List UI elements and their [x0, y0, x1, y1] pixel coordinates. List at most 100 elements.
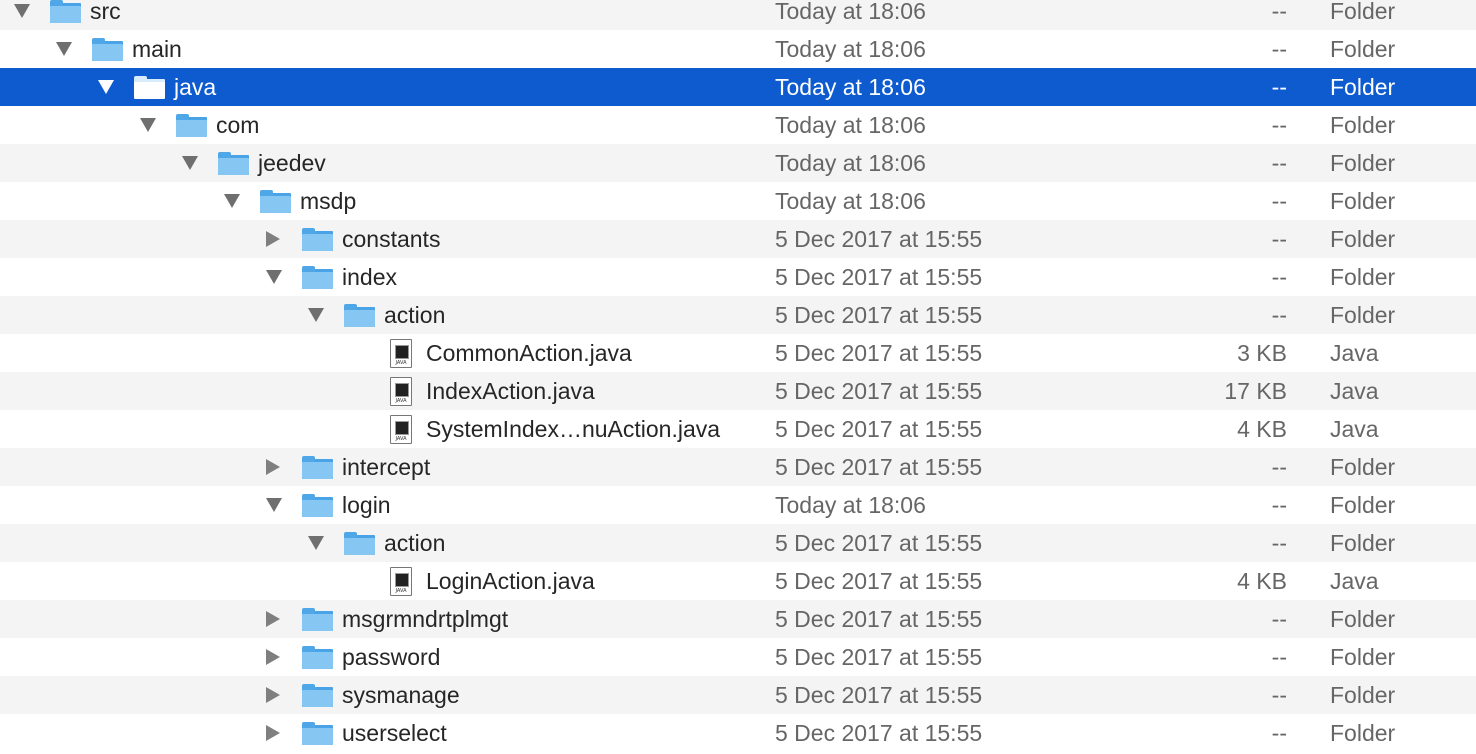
- item-name: jeedev: [258, 150, 326, 176]
- list-row[interactable]: main Today at 18:06 -- Folder: [0, 30, 1476, 68]
- item-kind: Java: [1330, 416, 1379, 442]
- item-name: main: [132, 36, 182, 62]
- date-modified: 5 Dec 2017 at 15:55: [775, 720, 983, 746]
- list-row[interactable]: JAVA CommonAction.java 5 Dec 2017 at 15:55…: [0, 334, 1476, 372]
- item-size: 4 KB: [1237, 568, 1287, 594]
- list-row[interactable]: JAVA SystemIndex…nuAction.java 5 Dec 2017 …: [0, 410, 1476, 448]
- list-row[interactable]: JAVA IndexAction.java 5 Dec 2017 at 15:55 1…: [0, 372, 1476, 410]
- item-kind: Folder: [1330, 682, 1396, 708]
- disclosure-triangle-icon[interactable]: [56, 42, 72, 56]
- list-row[interactable]: jeedev Today at 18:06 -- Folder: [0, 144, 1476, 182]
- item-kind: Java: [1330, 378, 1379, 404]
- date-modified: Today at 18:06: [775, 150, 926, 176]
- disclosure-triangle-icon[interactable]: [266, 498, 282, 512]
- list-row[interactable]: msgrmndrtplmgt 5 Dec 2017 at 15:55 -- Folde…: [0, 600, 1476, 638]
- item-kind: Folder: [1330, 454, 1396, 480]
- disclosure-triangle-icon[interactable]: [266, 611, 280, 627]
- disclosure-triangle-icon[interactable]: [266, 649, 280, 665]
- java-file-icon: JAVA: [390, 339, 412, 368]
- folder-icon: [302, 722, 333, 745]
- list-row[interactable]: password 5 Dec 2017 at 15:55 -- Folder: [0, 638, 1476, 676]
- list-row[interactable]: index 5 Dec 2017 at 15:55 -- Folder: [0, 258, 1476, 296]
- date-modified: 5 Dec 2017 at 15:55: [775, 682, 983, 708]
- item-size: --: [1271, 226, 1287, 252]
- date-modified: 5 Dec 2017 at 15:55: [775, 416, 983, 442]
- list-row[interactable]: action 5 Dec 2017 at 15:55 -- Folder: [0, 524, 1476, 562]
- item-name: src: [90, 0, 121, 24]
- folder-icon: [260, 190, 291, 213]
- item-kind: Folder: [1330, 530, 1396, 556]
- list-row[interactable]: JAVA LoginAction.java 5 Dec 2017 at 15:55 4…: [0, 562, 1476, 600]
- item-name: java: [174, 74, 217, 100]
- disclosure-triangle-icon[interactable]: [182, 156, 198, 170]
- item-kind: Folder: [1330, 644, 1396, 670]
- item-name: action: [384, 530, 446, 556]
- date-modified: 5 Dec 2017 at 15:55: [775, 606, 983, 632]
- disclosure-triangle-icon[interactable]: [266, 687, 280, 703]
- item-name: msgrmndrtplmgt: [342, 606, 509, 632]
- item-name: CommonAction.java: [426, 340, 632, 366]
- folder-icon: [302, 266, 333, 289]
- date-modified: 5 Dec 2017 at 15:55: [775, 226, 983, 252]
- item-size: --: [1271, 492, 1287, 518]
- item-size: --: [1271, 606, 1287, 632]
- item-kind: Folder: [1330, 492, 1396, 518]
- item-size: --: [1271, 264, 1287, 290]
- folder-icon: [302, 494, 333, 517]
- item-name: com: [216, 112, 260, 138]
- date-modified: 5 Dec 2017 at 15:55: [775, 530, 983, 556]
- item-kind: Folder: [1330, 36, 1396, 62]
- list-row[interactable]: java Today at 18:06 -- Folder: [0, 68, 1476, 106]
- disclosure-triangle-icon[interactable]: [266, 459, 280, 475]
- item-name: login: [342, 492, 391, 518]
- java-file-icon: JAVA: [390, 415, 412, 444]
- java-file-icon: JAVA: [390, 377, 412, 406]
- item-size: --: [1271, 112, 1287, 138]
- date-modified: 5 Dec 2017 at 15:55: [775, 302, 983, 328]
- disclosure-triangle-icon[interactable]: [14, 4, 30, 18]
- disclosure-triangle-icon[interactable]: [224, 194, 240, 208]
- file-badge-text: JAVA: [395, 588, 407, 594]
- list-row[interactable]: login Today at 18:06 -- Folder: [0, 486, 1476, 524]
- folder-icon: [302, 608, 333, 631]
- date-modified: 5 Dec 2017 at 15:55: [775, 340, 983, 366]
- disclosure-triangle-icon[interactable]: [266, 270, 282, 284]
- disclosure-triangle-icon[interactable]: [308, 308, 324, 322]
- date-modified: Today at 18:06: [775, 74, 926, 100]
- item-size: --: [1271, 74, 1287, 100]
- item-size: 4 KB: [1237, 416, 1287, 442]
- list-row[interactable]: msdp Today at 18:06 -- Folder: [0, 182, 1476, 220]
- disclosure-triangle-icon[interactable]: [98, 80, 114, 94]
- list-row[interactable]: src Today at 18:06 -- Folder: [0, 0, 1476, 30]
- list-row[interactable]: action 5 Dec 2017 at 15:55 -- Folder: [0, 296, 1476, 334]
- list-row[interactable]: userselect 5 Dec 2017 at 15:55 -- Folder: [0, 714, 1476, 752]
- item-kind: Folder: [1330, 226, 1396, 252]
- item-kind: Folder: [1330, 188, 1396, 214]
- finder-list-view[interactable]: src Today at 18:06 -- Folder main Today at 18…: [0, 0, 1476, 752]
- folder-icon: [302, 646, 333, 669]
- item-size: --: [1271, 530, 1287, 556]
- item-name: LoginAction.java: [426, 568, 595, 594]
- disclosure-triangle-icon[interactable]: [140, 118, 156, 132]
- item-name: password: [342, 644, 441, 670]
- list-row[interactable]: sysmanage 5 Dec 2017 at 15:55 -- Folder: [0, 676, 1476, 714]
- item-size: --: [1271, 36, 1287, 62]
- item-size: --: [1271, 720, 1287, 746]
- list-row[interactable]: constants 5 Dec 2017 at 15:55 -- Folder: [0, 220, 1476, 258]
- disclosure-triangle-icon[interactable]: [308, 536, 324, 550]
- list-row[interactable]: intercept 5 Dec 2017 at 15:55 -- Folder: [0, 448, 1476, 486]
- folder-icon: [344, 304, 375, 327]
- folder-icon: [176, 114, 207, 137]
- item-kind: Folder: [1330, 720, 1396, 746]
- item-name: msdp: [300, 188, 357, 214]
- item-kind: Java: [1330, 340, 1379, 366]
- item-size: --: [1271, 150, 1287, 176]
- folder-icon: [302, 456, 333, 479]
- disclosure-triangle-icon[interactable]: [266, 231, 280, 247]
- list-row[interactable]: com Today at 18:06 -- Folder: [0, 106, 1476, 144]
- file-badge-text: JAVA: [395, 436, 407, 442]
- disclosure-triangle-icon[interactable]: [266, 725, 280, 741]
- folder-icon: [50, 0, 81, 23]
- item-kind: Folder: [1330, 112, 1396, 138]
- java-file-icon: JAVA: [390, 567, 412, 596]
